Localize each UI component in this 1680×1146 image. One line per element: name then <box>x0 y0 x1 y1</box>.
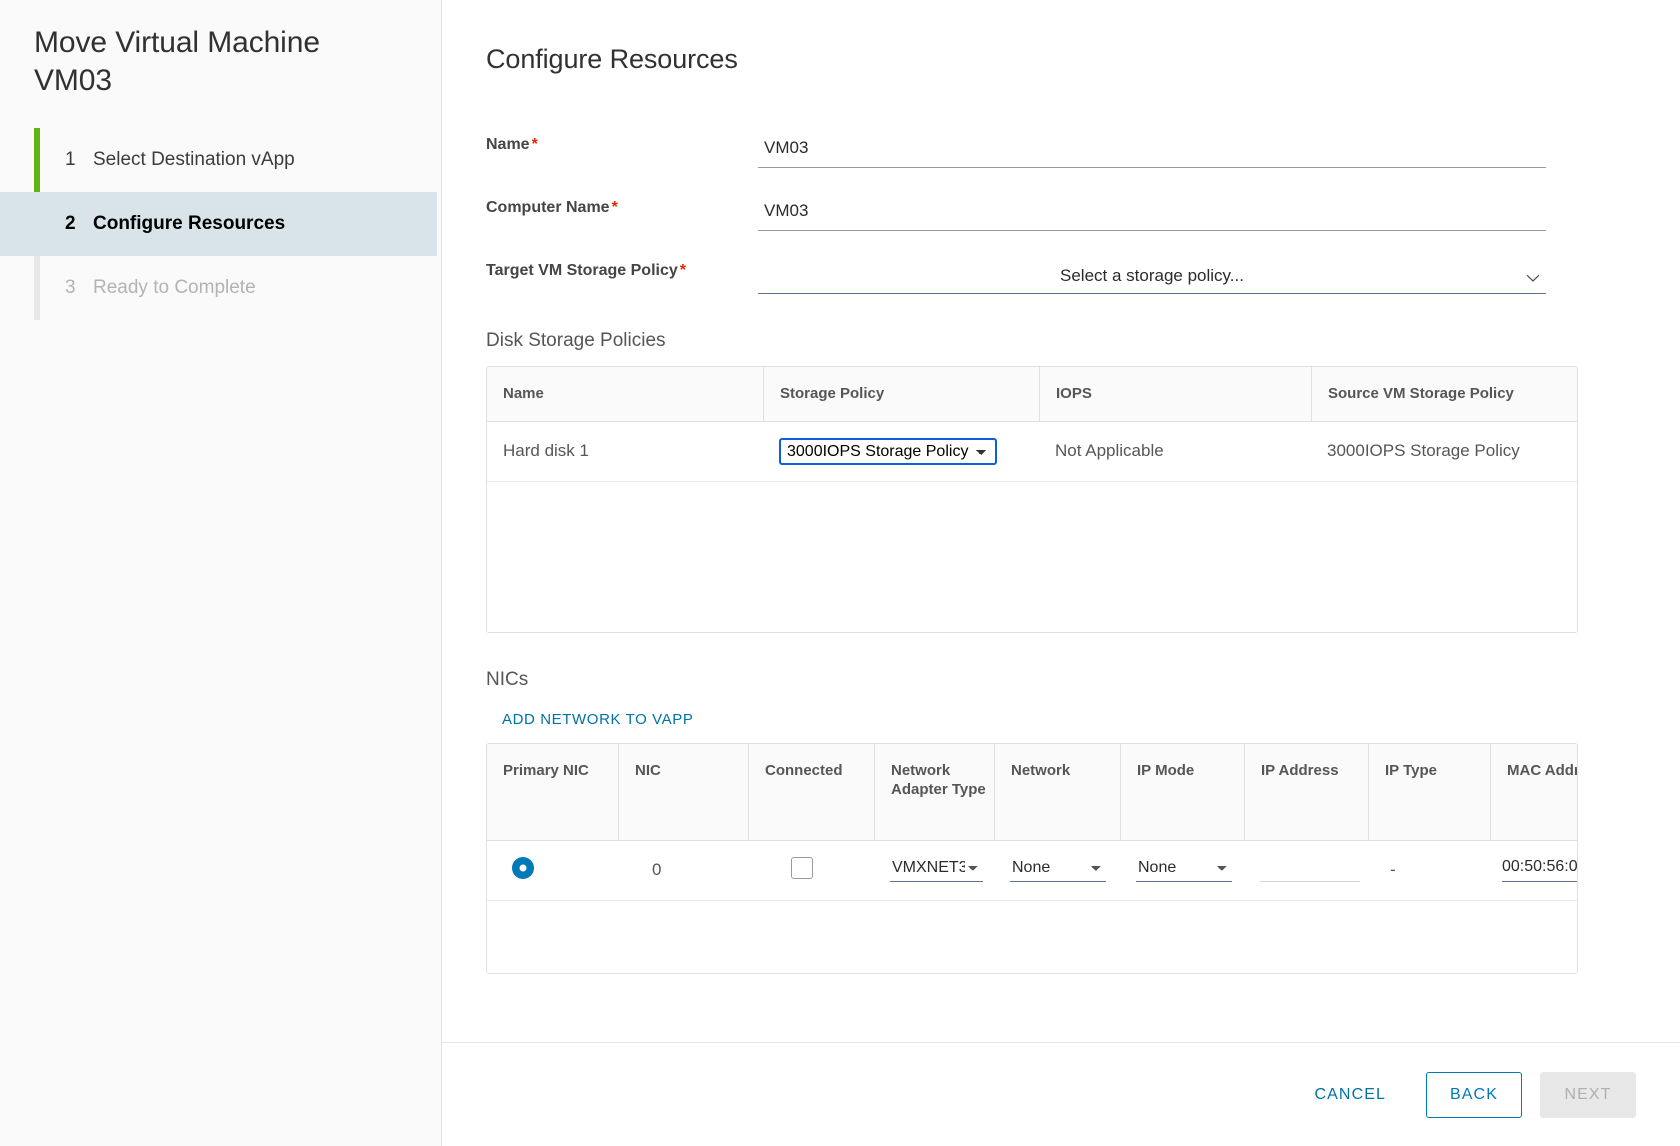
page-title: Configure Resources <box>486 44 738 75</box>
step-number: 3 <box>65 276 76 298</box>
nic-index-cell: 0 <box>652 860 662 880</box>
disk-storage-policy-cell: 3000IOPS Storage Policy <box>763 422 1039 481</box>
step-label: Ready to Complete <box>93 276 256 298</box>
ip-type-cell: - <box>1368 844 1490 896</box>
name-input[interactable] <box>758 138 1546 169</box>
name-label-text: Name <box>486 136 530 154</box>
ip-address-cell <box>1244 842 1368 898</box>
disk-grid-header: Name Storage Policy IOPS Source VM Stora… <box>487 367 1577 422</box>
wizard-title: Move Virtual Machine VM03 <box>34 26 320 98</box>
required-asterisk: * <box>531 136 538 154</box>
name-label: Name * <box>486 136 758 168</box>
network-cell: None <box>994 843 1120 898</box>
add-network-to-vapp-button[interactable]: ADD NETWORK TO VAPP <box>502 711 693 728</box>
network-adapter-type-cell: VMXNET3 <box>874 843 994 898</box>
mac-address-input[interactable] <box>1502 858 1577 883</box>
target-storage-policy-label-text: Target VM Storage Policy <box>486 262 678 280</box>
network-select[interactable]: None <box>1010 858 1106 882</box>
target-storage-policy-value: Select a storage policy... <box>1060 266 1244 286</box>
computer-name-control <box>758 201 1546 232</box>
ip-address-input[interactable] <box>1260 858 1360 883</box>
chevron-down-icon <box>1526 272 1540 285</box>
step-rail-indicator <box>34 192 40 256</box>
ip-mode-cell: None <box>1120 843 1244 898</box>
column-header-name: Name <box>503 385 544 403</box>
step-number: 1 <box>65 148 76 170</box>
nics-heading: NICs <box>486 668 529 690</box>
ip-mode-select[interactable]: None <box>1136 858 1232 882</box>
step-rail-indicator <box>34 127 40 192</box>
table-row: Hard disk 1 3000IOPS Storage Policy Not … <box>487 422 1577 482</box>
required-asterisk: * <box>611 199 618 217</box>
next-button: NEXT <box>1540 1071 1636 1118</box>
target-storage-policy-select[interactable]: Select a storage policy... <box>758 266 1546 295</box>
disk-name-cell: Hard disk 1 <box>503 441 589 461</box>
column-header-network: Network <box>994 743 1120 840</box>
primary-nic-radio[interactable] <box>512 856 534 879</box>
network-adapter-type-select[interactable]: VMXNET3 <box>890 858 983 882</box>
column-header-source-vm-storage-policy: Source VM Storage Policy <box>1311 367 1577 421</box>
disk-iops-cell: Not Applicable <box>1055 441 1164 461</box>
main-content: Configure Resources Name* Computer Name* <box>442 0 1680 1146</box>
back-button[interactable]: BACK <box>1426 1071 1522 1118</box>
mac-address-cell <box>1490 842 1577 898</box>
required-asterisk: * <box>679 262 686 280</box>
connected-cell <box>748 841 874 900</box>
wizard-footer: CANCEL BACK NEXT <box>442 1042 1680 1146</box>
sidebar-step-configure-resources[interactable]: 2 Configure Resources <box>0 191 437 256</box>
column-header-network-adapter-type: Network Adapter Type <box>874 743 994 840</box>
ip-type-value: - <box>1390 860 1396 880</box>
nics-grid-empty-area <box>487 900 1577 973</box>
nics-grid: Primary NIC NIC Connected Network Adapte… <box>486 742 1578 974</box>
step-label: Select Destination vApp <box>93 148 295 170</box>
primary-nic-cell <box>487 841 618 900</box>
wizard-sidebar: Move Virtual Machine VM03 1 Select Desti… <box>0 0 442 1146</box>
connected-checkbox[interactable] <box>791 856 813 879</box>
sidebar-step-ready-to-complete: 3 Ready to Complete <box>0 256 437 320</box>
field-row-target-vm-storage-policy: Target VM Storage Policy * Select a stora… <box>486 231 1546 295</box>
sidebar-step-select-destination-vapp[interactable]: 1 Select Destination vApp <box>0 127 437 192</box>
column-header-ip-type: IP Type <box>1368 743 1490 840</box>
column-header-mac-address: MAC Address <box>1490 743 1577 840</box>
step-rail-indicator <box>34 256 40 320</box>
target-storage-policy-control: Select a storage policy... <box>758 266 1546 295</box>
disk-source-policy-cell: 3000IOPS Storage Policy <box>1327 441 1520 461</box>
step-label: Configure Resources <box>93 212 286 234</box>
computer-name-input[interactable] <box>758 201 1546 232</box>
disk-storage-policy-select[interactable]: 3000IOPS Storage Policy <box>779 437 997 465</box>
column-header-connected: Connected <box>748 743 874 840</box>
computer-name-label: Computer Name * <box>486 199 758 231</box>
column-header-ip-mode: IP Mode <box>1120 743 1244 840</box>
disk-storage-policies-heading: Disk Storage Policies <box>486 330 666 352</box>
column-header-primary-nic: Primary NIC <box>503 761 589 779</box>
wizard-steps: 1 Select Destination vApp 2 Configure Re… <box>0 127 441 320</box>
resource-form: Name* Computer Name* Target VM Storage P… <box>442 105 1680 295</box>
column-header-ip-address: IP Address <box>1244 743 1368 840</box>
computer-name-label-text: Computer Name <box>486 199 610 217</box>
cancel-button[interactable]: CANCEL <box>1292 1072 1408 1118</box>
nics-grid-header: Primary NIC NIC Connected Network Adapte… <box>487 743 1577 841</box>
target-storage-policy-label: Target VM Storage Policy * <box>486 262 758 294</box>
disk-grid-empty-area <box>487 481 1577 632</box>
disk-storage-policies-grid: Name Storage Policy IOPS Source VM Stora… <box>486 366 1578 633</box>
name-control <box>758 138 1546 169</box>
column-header-iops: IOPS <box>1039 367 1311 421</box>
column-header-nic: NIC <box>618 743 748 840</box>
table-row: 0 VMXNET3 None None - 00:50:56:01:00:9d <box>487 841 1577 901</box>
field-row-computer-name: Computer Name * <box>486 168 1546 232</box>
move-vm-wizard: Move Virtual Machine VM03 1 Select Desti… <box>0 0 1680 1146</box>
column-header-storage-policy: Storage Policy <box>763 367 1039 421</box>
field-row-name: Name * <box>486 105 1546 169</box>
step-number: 2 <box>65 212 76 234</box>
